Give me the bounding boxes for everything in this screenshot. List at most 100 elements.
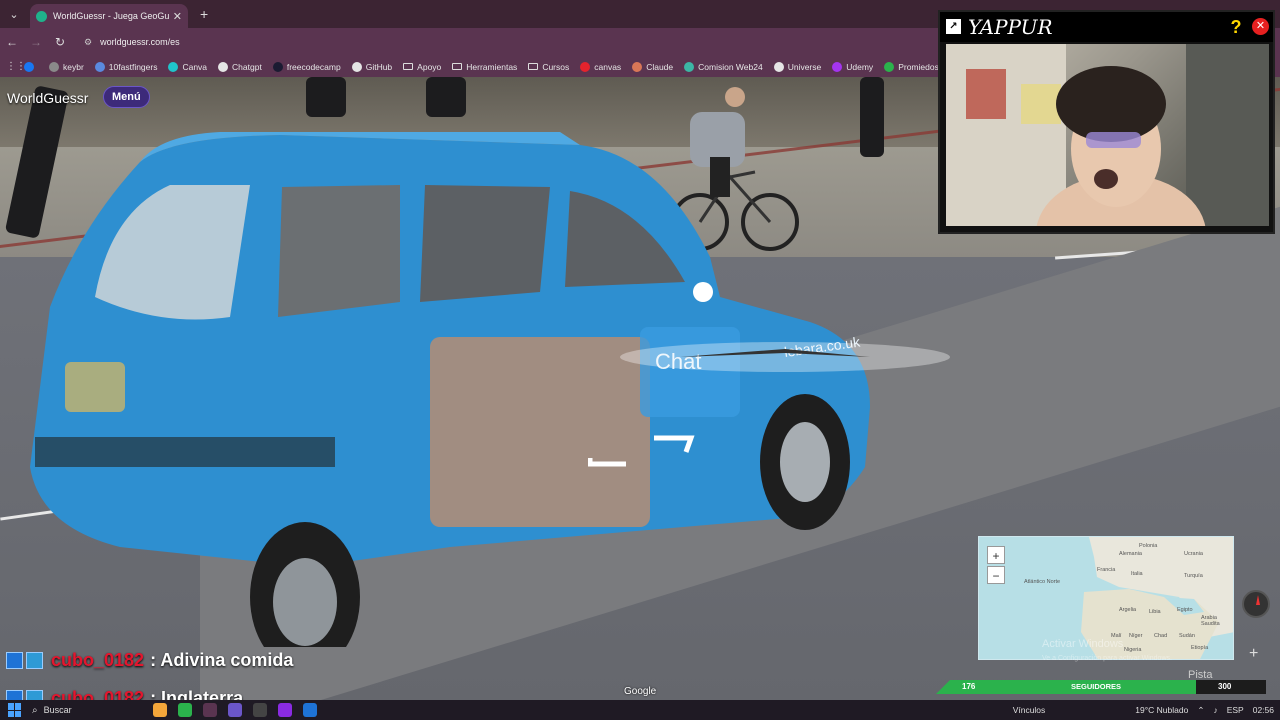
bookmark-label: Chatgpt [232, 61, 262, 72]
map-country-label: Francia [1097, 567, 1116, 573]
map-country-label: Atlántico Norte [1024, 579, 1061, 585]
chrome-icon[interactable] [203, 703, 217, 717]
tab-worldguessr[interactable]: WorldGuessr - Juega GeoGues… ✕ [30, 4, 188, 28]
help-icon: ? [1230, 17, 1242, 37]
compass-icon[interactable] [1242, 590, 1270, 618]
hint-button[interactable]: Pista [1188, 669, 1212, 681]
site-info-icon[interactable]: ⚙ [84, 37, 92, 48]
map-country-label: Italia [1131, 571, 1143, 577]
map-country-label: Polonia [1139, 543, 1158, 549]
windows-start-icon[interactable] [8, 703, 22, 717]
bookmark-keybr[interactable]: keybr [49, 61, 84, 72]
bookmark-comision-web24[interactable]: Comision Web24 [684, 61, 763, 72]
map-country-label: Libia [1149, 609, 1161, 615]
bookmark-udemy[interactable]: Udemy [832, 61, 873, 72]
map-country-label: Ucrania [1184, 551, 1203, 557]
map-country-label: Níger [1129, 633, 1143, 639]
bookmark-label: Apoyo [417, 61, 442, 72]
webcam-header: ↗ YAPPUR ? ✕ [940, 12, 1273, 42]
arrow-logo-icon: ↗ [946, 19, 961, 34]
tab-search-icon[interactable]: ⌄ [4, 4, 24, 24]
street-view-arrow-icon[interactable] [588, 432, 698, 472]
bookmark-facebook[interactable] [24, 61, 38, 72]
weather-widget[interactable]: 19°C Nublado [1135, 705, 1188, 715]
map-country-label: Chad [1154, 633, 1168, 639]
bookmark-claude[interactable]: Claude [632, 61, 674, 72]
menu-button[interactable]: Menú [103, 86, 150, 108]
bookmark-promiedos[interactable]: Promiedos [884, 61, 939, 72]
keybr-icon [49, 61, 59, 72]
bookmark-label: 10fastfingers [108, 61, 158, 72]
bookmark-label: Claude [646, 61, 674, 72]
bookmark-apoyo[interactable]: Apoyo [403, 62, 441, 72]
canvas-icon [580, 61, 591, 72]
chat-text: : Adivina comida [150, 650, 294, 670]
universe-icon [773, 61, 784, 72]
bookmark-universe[interactable]: Universe [773, 61, 822, 72]
zoom-in-button[interactable]: + [987, 546, 1005, 564]
expand-map-plus-icon[interactable]: + [1249, 645, 1258, 663]
url-field[interactable]: ⚙ worldguessr.com/es [78, 31, 918, 53]
tray-chevron-icon[interactable]: ⌃ [1197, 705, 1204, 716]
udemy-icon [832, 61, 843, 72]
map-country-label: Etiopía [1191, 645, 1209, 651]
claude-icon [632, 61, 643, 72]
bookmark-label: keybr [63, 61, 84, 72]
promiedos-icon [884, 61, 895, 72]
new-tab-button[interactable]: + [200, 6, 208, 22]
bookmark-label: freecodecamp [286, 61, 341, 72]
discord-icon[interactable] [228, 703, 242, 717]
fingers-icon [94, 61, 105, 72]
bookmark-label: Promiedos [898, 61, 939, 72]
map-country-label: Egipto [1177, 607, 1193, 613]
bookmark-10fastfingers[interactable]: 10fastfingers [94, 61, 158, 72]
folder-icon [528, 63, 539, 70]
bookmark-cursos[interactable]: Cursos [528, 62, 569, 72]
bookmark-github[interactable]: GitHub [351, 61, 392, 72]
app-icon[interactable] [178, 703, 192, 717]
clock[interactable]: 02:56 [1253, 705, 1274, 715]
tab-title: WorldGuessr - Juega GeoGues… [53, 11, 169, 21]
folder-icon [403, 63, 414, 70]
activate-windows-subtext: Ve a Configuración para activar Windows. [1042, 655, 1172, 662]
webcam-overlay: ↗ YAPPUR ? ✕ [938, 10, 1275, 234]
map-country-label: Arabia Saudita [1201, 615, 1220, 627]
followers-bar: 176 SEGUIDORES 300 [936, 680, 1266, 694]
reload-icon[interactable]: ↻ [48, 35, 72, 49]
steam-icon[interactable] [303, 703, 317, 717]
bookmark-freecodecamp[interactable]: freecodecamp [272, 61, 341, 72]
chat-badge-icon [6, 652, 23, 669]
facebook-icon [24, 61, 34, 72]
links-toolbar[interactable]: Vínculos [1013, 705, 1046, 715]
twitch-icon[interactable] [278, 703, 292, 717]
github-icon [351, 61, 362, 72]
worldguessr-logo: WorldGuessr [7, 90, 89, 106]
map-country-label: Nigeria [1124, 647, 1142, 653]
web24-icon [684, 61, 695, 72]
search-icon: ⌕ [32, 704, 38, 716]
lang-indicator[interactable]: ESP [1227, 705, 1244, 715]
street-view-nav-ring[interactable] [620, 335, 960, 375]
forward-arrow-icon[interactable]: → [24, 35, 48, 49]
bookmark-chatgpt[interactable]: Chatgpt [218, 61, 262, 72]
bookmark-canvas[interactable]: canvas [580, 61, 621, 72]
map-country-label: Turquía [1184, 573, 1203, 579]
chatgpt-icon [218, 61, 229, 72]
london-taxi: Chat lebara.co.uk [30, 132, 870, 647]
streamer-figure [946, 44, 1269, 226]
apps-grid-icon[interactable]: ⋮⋮ [6, 61, 26, 72]
windows-taskbar: ⌕ Buscar Vínculos 19°C Nublado ⌃ ♪ ESP 0… [0, 700, 1280, 720]
file-explorer-icon[interactable] [153, 703, 167, 717]
back-arrow-icon[interactable]: ← [0, 35, 24, 49]
bookmark-herramientas[interactable]: Herramientas [452, 62, 517, 72]
bookmark-canva[interactable]: Canva [168, 61, 207, 72]
tab-close-icon[interactable]: ✕ [173, 10, 182, 23]
taskbar-search[interactable]: ⌕ Buscar [32, 705, 142, 716]
zoom-out-button[interactable]: − [987, 566, 1005, 584]
chat-username: cubo_0182 [51, 650, 145, 670]
map-country-label: Argelia [1119, 607, 1137, 613]
bookmark-label: Universe [787, 61, 822, 72]
obs-icon[interactable] [253, 703, 267, 717]
volume-icon[interactable]: ♪ [1213, 705, 1217, 715]
folder-icon [452, 63, 463, 70]
